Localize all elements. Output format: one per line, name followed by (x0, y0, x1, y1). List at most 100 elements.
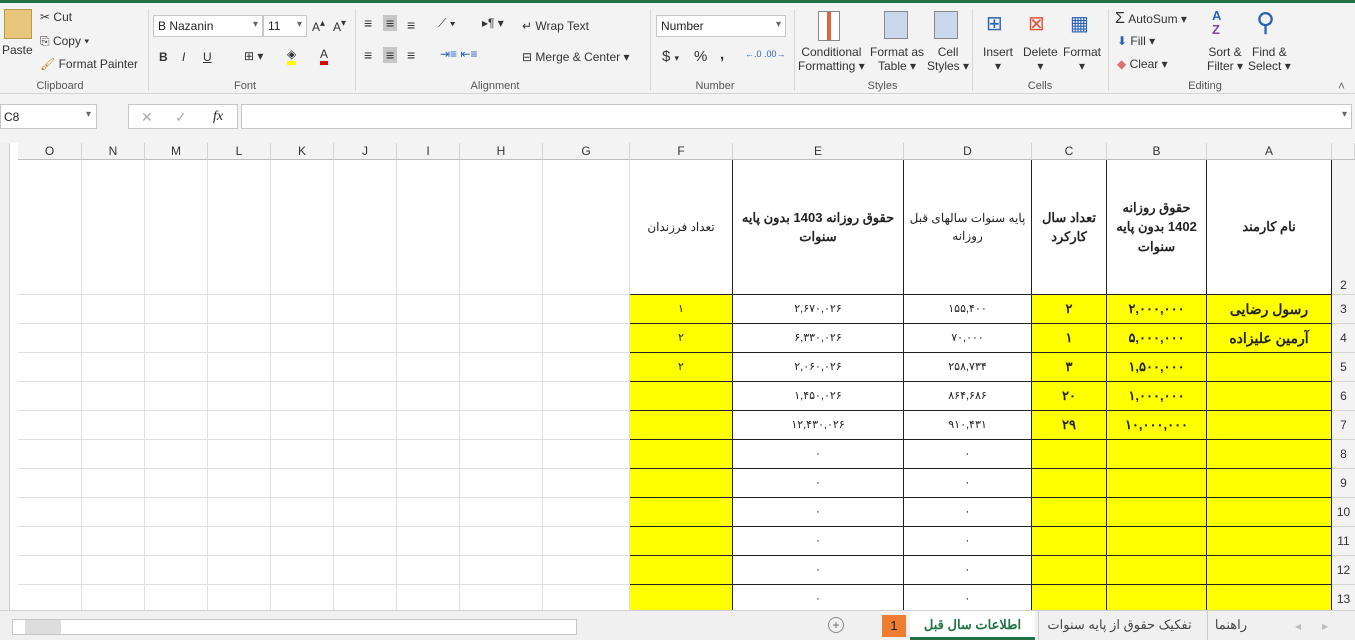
row-header-9[interactable]: 9 (1332, 469, 1355, 498)
text-direction-icon[interactable]: ▸¶ ▾ (482, 16, 504, 30)
cell-N6[interactable] (82, 382, 145, 411)
cell-A8[interactable] (1207, 440, 1332, 469)
column-header-N[interactable]: N (82, 143, 145, 160)
currency-button[interactable]: $ ▾ (662, 48, 679, 65)
cell-C2[interactable]: تعداد سال کارکرد (1032, 160, 1107, 295)
cell-H12[interactable] (460, 556, 543, 585)
cell-J11[interactable] (334, 527, 397, 556)
cell-G5[interactable] (543, 353, 630, 382)
cell-J2[interactable] (334, 160, 397, 295)
cell-D12[interactable]: ۰ (904, 556, 1032, 585)
cell-M13[interactable] (145, 585, 208, 610)
cell-C11[interactable] (1032, 527, 1107, 556)
row-header-8[interactable]: 8 (1332, 440, 1355, 469)
cell-L12[interactable] (208, 556, 271, 585)
cell-F6[interactable] (630, 382, 733, 411)
enter-icon[interactable]: ✓ (175, 109, 187, 126)
cell-D9[interactable]: ۰ (904, 469, 1032, 498)
row-header-4[interactable]: 4 (1332, 324, 1355, 353)
insert-function-icon[interactable]: fx (213, 109, 223, 125)
insert-button[interactable]: Insert ▾ (983, 45, 1013, 73)
cell-F7[interactable] (630, 411, 733, 440)
font-color-icon[interactable]: A (320, 47, 329, 65)
cell-C10[interactable] (1032, 498, 1107, 527)
cell-C8[interactable] (1032, 440, 1107, 469)
cell-F5[interactable]: ۲ (630, 353, 733, 382)
fill-color-icon[interactable]: ◈ (287, 47, 297, 65)
cell-E2[interactable]: حقوق روزانه 1403 بدون پایه سنوات (733, 160, 904, 295)
paste-button[interactable]: Paste (2, 43, 33, 57)
row-header-13[interactable]: 13 (1332, 585, 1355, 610)
horizontal-scrollbar[interactable] (12, 619, 577, 635)
cell-B11[interactable] (1107, 527, 1207, 556)
cell-O5[interactable] (18, 353, 82, 382)
cell-J9[interactable] (334, 469, 397, 498)
cell-F4[interactable]: ۲ (630, 324, 733, 353)
cell-I2[interactable] (397, 160, 460, 295)
decimal-icons[interactable]: ←.0 .00→ (745, 49, 786, 59)
cell-E11[interactable]: ۰ (733, 527, 904, 556)
cell-M6[interactable] (145, 382, 208, 411)
column-header-H[interactable]: H (460, 143, 543, 160)
cell-E7[interactable]: ۱۲,۴۳۰,۰۲۶ (733, 411, 904, 440)
fill-button[interactable]: ⬇ Fill ▾ (1117, 34, 1155, 48)
cell-B9[interactable] (1107, 469, 1207, 498)
conditional-formatting-button[interactable]: Conditional Formatting ▾ (798, 45, 865, 73)
cell-E12[interactable]: ۰ (733, 556, 904, 585)
find-select-button[interactable]: Find & Select ▾ (1248, 45, 1291, 73)
cell-O4[interactable] (18, 324, 82, 353)
cell-L7[interactable] (208, 411, 271, 440)
cell-O6[interactable] (18, 382, 82, 411)
cell-G12[interactable] (543, 556, 630, 585)
format-as-table-button[interactable]: Format as Table ▾ (870, 45, 924, 73)
row-header-6[interactable]: 6 (1332, 382, 1355, 411)
cell-M9[interactable] (145, 469, 208, 498)
cell-I3[interactable] (397, 295, 460, 324)
cell-K2[interactable] (271, 160, 334, 295)
cell-N12[interactable] (82, 556, 145, 585)
scroll-tabs-right-icon[interactable]: ▸ (1322, 619, 1328, 633)
cell-D4[interactable]: ۷۰,۰۰۰ (904, 324, 1032, 353)
cell-F10[interactable] (630, 498, 733, 527)
copy-button[interactable]: ⎘ Copy ▾ (40, 34, 89, 49)
cell-M4[interactable] (145, 324, 208, 353)
align-top-icon[interactable]: ≡ (364, 15, 372, 31)
cell-J8[interactable] (334, 440, 397, 469)
font-name-select[interactable]: B Nazanin (153, 15, 263, 37)
scroll-tabs-left-icon[interactable]: ◂ (1295, 619, 1301, 633)
bold-button[interactable]: B (159, 50, 168, 64)
cell-O8[interactable] (18, 440, 82, 469)
cell-F9[interactable] (630, 469, 733, 498)
cell-F11[interactable] (630, 527, 733, 556)
cell-A3[interactable]: رسول رضایی (1207, 295, 1332, 324)
cut-button[interactable]: ✂ Cut (40, 10, 72, 24)
cell-C6[interactable]: ۲۰ (1032, 382, 1107, 411)
cell-styles-button[interactable]: Cell Styles ▾ (927, 45, 969, 73)
cell-D2[interactable]: پایه سنوات سالهای قبل روزانه (904, 160, 1032, 295)
cell-N13[interactable] (82, 585, 145, 610)
cell-C13[interactable] (1032, 585, 1107, 610)
cell-G8[interactable] (543, 440, 630, 469)
autosum-button[interactable]: Σ AutoSum ▾ (1115, 10, 1187, 28)
number-format-select[interactable]: Number (656, 15, 786, 37)
cell-B10[interactable] (1107, 498, 1207, 527)
cell-K3[interactable] (271, 295, 334, 324)
column-header-J[interactable]: J (334, 143, 397, 160)
cell-A4[interactable]: آرمین علیزاده (1207, 324, 1332, 353)
cell-K11[interactable] (271, 527, 334, 556)
cell-N10[interactable] (82, 498, 145, 527)
cell-K7[interactable] (271, 411, 334, 440)
cell-E9[interactable]: ۰ (733, 469, 904, 498)
row-header-5[interactable]: 5 (1332, 353, 1355, 382)
column-header-O[interactable]: O (18, 143, 82, 160)
font-size-select[interactable]: 11 (263, 15, 307, 37)
collapse-ribbon-icon[interactable]: ˄ (1338, 79, 1345, 93)
cell-M5[interactable] (145, 353, 208, 382)
cell-F3[interactable]: ۱ (630, 295, 733, 324)
row-header-3[interactable]: 3 (1332, 295, 1355, 324)
cell-N7[interactable] (82, 411, 145, 440)
cell-F13[interactable] (630, 585, 733, 610)
cell-M11[interactable] (145, 527, 208, 556)
cell-J4[interactable] (334, 324, 397, 353)
cell-H11[interactable] (460, 527, 543, 556)
